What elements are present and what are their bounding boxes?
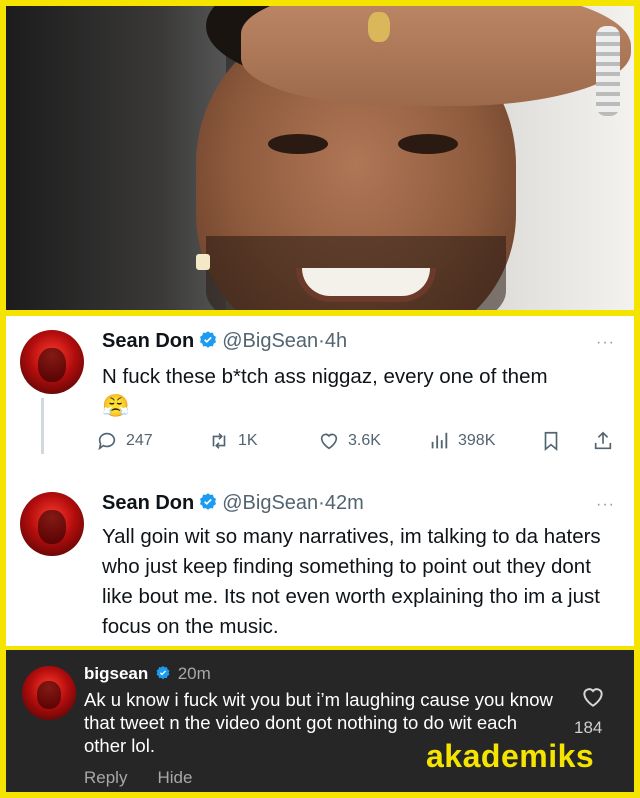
angry-face-emoji: 😤 — [102, 393, 130, 418]
heart-icon — [320, 433, 338, 450]
timestamp[interactable]: 42m — [325, 492, 364, 514]
handle[interactable]: @BigSean — [222, 330, 318, 352]
views-button[interactable]: 398K — [428, 430, 495, 452]
share-icon — [594, 431, 612, 450]
retweet-icon — [212, 433, 226, 449]
profile-avatar[interactable] — [20, 330, 84, 394]
retweet-button[interactable]: 1K — [208, 430, 258, 452]
timestamp[interactable]: 4h — [325, 330, 347, 352]
comment-panel: bigsean 20m Ak u know i fuck wit you but… — [6, 650, 634, 792]
verified-badge-icon — [156, 666, 170, 680]
bookmark-button[interactable] — [540, 430, 562, 452]
more-options-icon[interactable]: ··· — [596, 496, 615, 514]
reply-link[interactable]: Reply — [84, 768, 127, 788]
separator: · — [318, 330, 325, 352]
watermark-logo: akademiks — [426, 738, 595, 774]
comment-like-count: 184 — [574, 718, 603, 737]
tweet-text: N fuck these b*tch ass niggaz, every one… — [102, 365, 548, 418]
thread-connector — [41, 398, 44, 454]
reply-icon — [98, 432, 116, 451]
tweet-header: Sean Don @BigSean·4h — [102, 330, 347, 353]
share-button[interactable] — [592, 430, 614, 452]
profile-avatar[interactable] — [20, 492, 84, 556]
handle[interactable]: @BigSean — [222, 492, 318, 514]
comment-username[interactable]: bigsean — [84, 664, 148, 683]
like-heart-icon[interactable] — [580, 684, 606, 710]
comment-time: 20m — [177, 664, 211, 683]
comment-actions: Reply Hide — [84, 768, 192, 788]
separator: · — [318, 492, 325, 514]
comment-header: bigsean 20m — [84, 664, 211, 684]
tweet-text: Yall goin wit so many narratives, im tal… — [102, 525, 601, 638]
verified-badge-icon — [200, 331, 217, 348]
tweet-actions: 247 1K 3.6K 398K — [96, 430, 626, 458]
selfie-photo — [6, 6, 634, 310]
display-name[interactable]: Sean Don — [102, 492, 194, 514]
verified-badge-icon — [200, 493, 217, 510]
tweet-header: Sean Don @BigSean·42m — [102, 492, 364, 515]
views-chart-icon — [431, 432, 448, 449]
reply-button[interactable]: 247 — [96, 430, 153, 452]
display-name[interactable]: Sean Don — [102, 330, 194, 352]
like-button[interactable]: 3.6K — [318, 430, 381, 452]
commenter-avatar[interactable] — [22, 666, 76, 720]
hide-link[interactable]: Hide — [157, 768, 192, 788]
bookmark-icon — [544, 431, 558, 452]
more-options-icon[interactable]: ··· — [596, 334, 615, 352]
